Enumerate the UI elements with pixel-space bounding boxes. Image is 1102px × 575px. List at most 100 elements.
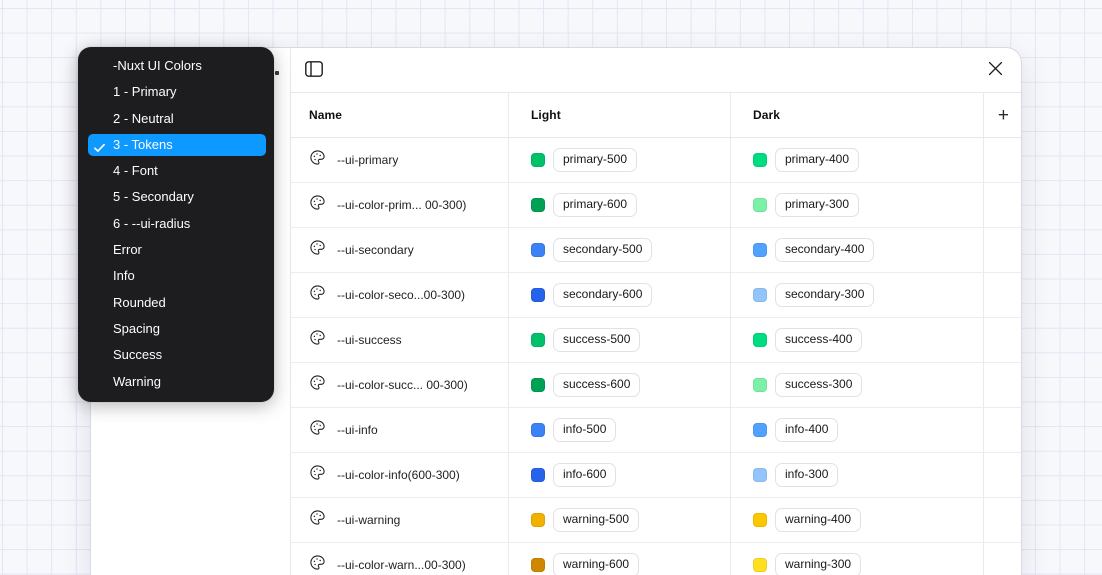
figma-canvas: Name Light Dark + --ui-primary — [0, 0, 1102, 575]
sidebar-toggle-button[interactable] — [301, 57, 327, 83]
close-panel-button[interactable] — [982, 57, 1008, 83]
collections-menu-item[interactable]: Error — [88, 239, 266, 261]
table-row: --ui-color-succ... 00-300) success-600 s… — [291, 363, 1021, 408]
color-swatch[interactable] — [753, 333, 767, 347]
table-row: --ui-color-info(600-300) info-600 info-3… — [291, 453, 1021, 498]
alias-pill[interactable]: info-600 — [553, 463, 616, 487]
alias-pill[interactable]: secondary-600 — [553, 283, 652, 307]
alias-pill[interactable]: primary-500 — [553, 148, 637, 172]
variable-name: --ui-color-prim... 00-300) — [337, 198, 466, 212]
alias-pill[interactable]: primary-300 — [775, 193, 859, 217]
empty-cell — [984, 318, 1021, 362]
collections-menu-item-label: 6 - --ui-radius — [113, 213, 190, 235]
variable-name: --ui-color-succ... 00-300) — [337, 378, 468, 392]
variable-name-cell[interactable]: --ui-color-info(600-300) — [291, 453, 509, 497]
dark-mode-cell: info-400 — [731, 408, 984, 452]
plus-icon[interactable]: + — [998, 106, 1009, 125]
color-swatch[interactable] — [753, 423, 767, 437]
collections-menu-item[interactable]: Rounded — [88, 292, 266, 314]
color-swatch[interactable] — [531, 468, 545, 482]
color-swatch[interactable] — [753, 468, 767, 482]
collections-menu-item[interactable]: Spacing — [88, 318, 266, 340]
alias-pill[interactable]: primary-400 — [775, 148, 859, 172]
alias-pill[interactable]: secondary-500 — [553, 238, 652, 262]
color-swatch[interactable] — [753, 243, 767, 257]
collections-menu-item-label: 2 - Neutral — [113, 108, 174, 130]
variable-name-cell[interactable]: --ui-color-prim... 00-300) — [291, 183, 509, 227]
color-swatch[interactable] — [753, 198, 767, 212]
alias-pill[interactable]: success-400 — [775, 328, 862, 352]
empty-cell — [984, 183, 1021, 227]
collections-menu-item-label: 1 - Primary — [113, 81, 177, 103]
light-mode-cell: primary-600 — [509, 183, 731, 227]
dark-mode-cell: secondary-400 — [731, 228, 984, 272]
alias-pill[interactable]: info-300 — [775, 463, 838, 487]
alias-pill[interactable]: success-500 — [553, 328, 640, 352]
variable-name-cell[interactable]: --ui-color-succ... 00-300) — [291, 363, 509, 407]
collections-menu-item-label: 4 - Font — [113, 160, 158, 182]
collections-menu-item-label: Info — [113, 265, 135, 287]
dark-mode-cell: success-400 — [731, 318, 984, 362]
variables-table-header: Name Light Dark + — [291, 93, 1021, 138]
color-swatch[interactable] — [531, 288, 545, 302]
color-swatch[interactable] — [531, 513, 545, 527]
variable-name: --ui-color-warn...00-300) — [337, 558, 466, 572]
alias-pill[interactable]: primary-600 — [553, 193, 637, 217]
variable-name-cell[interactable]: --ui-warning — [291, 498, 509, 542]
collections-menu-item[interactable]: Success — [88, 344, 266, 366]
collections-menu-item[interactable]: 2 - Neutral — [88, 108, 266, 130]
table-row: --ui-success success-500 success-400 — [291, 318, 1021, 363]
check-icon — [94, 140, 105, 158]
empty-cell — [984, 273, 1021, 317]
collections-menu-item-label: Rounded — [113, 292, 166, 314]
color-swatch[interactable] — [753, 513, 767, 527]
variable-name-cell[interactable]: --ui-secondary — [291, 228, 509, 272]
collections-menu-item[interactable]: 3 - Tokens — [88, 134, 266, 156]
variable-name-cell[interactable]: --ui-success — [291, 318, 509, 362]
collections-menu-item[interactable]: 1 - Primary — [88, 81, 266, 103]
variable-name-cell[interactable]: --ui-primary — [291, 138, 509, 182]
color-swatch[interactable] — [753, 558, 767, 572]
alias-pill[interactable]: warning-500 — [553, 508, 639, 532]
collections-menu-item[interactable]: 4 - Font — [88, 160, 266, 182]
collections-menu-item[interactable]: 5 - Secondary — [88, 186, 266, 208]
palette-icon — [309, 194, 326, 216]
color-swatch[interactable] — [531, 198, 545, 212]
color-swatch[interactable] — [753, 153, 767, 167]
color-swatch[interactable] — [753, 378, 767, 392]
panel-toolbar — [291, 48, 1021, 93]
palette-icon — [309, 554, 326, 575]
alias-pill[interactable]: info-400 — [775, 418, 838, 442]
variable-name: --ui-success — [337, 333, 402, 347]
color-swatch[interactable] — [531, 378, 545, 392]
alias-pill[interactable]: success-600 — [553, 373, 640, 397]
variable-name: --ui-info — [337, 423, 378, 437]
color-swatch[interactable] — [531, 558, 545, 572]
light-mode-cell: info-600 — [509, 453, 731, 497]
collections-menu-item[interactable]: Info — [88, 265, 266, 287]
alias-pill[interactable]: info-500 — [553, 418, 616, 442]
collections-menu-item[interactable]: Warning — [88, 371, 266, 393]
color-swatch[interactable] — [531, 153, 545, 167]
variable-name-cell[interactable]: --ui-color-warn...00-300) — [291, 543, 509, 575]
palette-icon — [309, 239, 326, 261]
alias-pill[interactable]: warning-300 — [775, 553, 861, 575]
variable-name-cell[interactable]: --ui-info — [291, 408, 509, 452]
alias-pill[interactable]: warning-400 — [775, 508, 861, 532]
alias-pill[interactable]: warning-600 — [553, 553, 639, 575]
alias-pill[interactable]: secondary-400 — [775, 238, 874, 262]
variable-name-cell[interactable]: --ui-color-seco...00-300) — [291, 273, 509, 317]
light-mode-cell: warning-600 — [509, 543, 731, 575]
color-swatch[interactable] — [531, 243, 545, 257]
palette-icon — [309, 464, 326, 486]
alias-pill[interactable]: success-300 — [775, 373, 862, 397]
alias-pill[interactable]: secondary-300 — [775, 283, 874, 307]
collections-dropdown-menu: -Nuxt UI Colors 1 - Primary 2 - Neutral … — [78, 47, 274, 402]
collections-menu-item-label: Success — [113, 344, 162, 366]
color-swatch[interactable] — [531, 423, 545, 437]
collections-menu-item[interactable]: 6 - --ui-radius — [88, 213, 266, 235]
collections-menu-item[interactable]: -Nuxt UI Colors — [88, 55, 266, 77]
color-swatch[interactable] — [531, 333, 545, 347]
color-swatch[interactable] — [753, 288, 767, 302]
dark-mode-cell: primary-300 — [731, 183, 984, 227]
